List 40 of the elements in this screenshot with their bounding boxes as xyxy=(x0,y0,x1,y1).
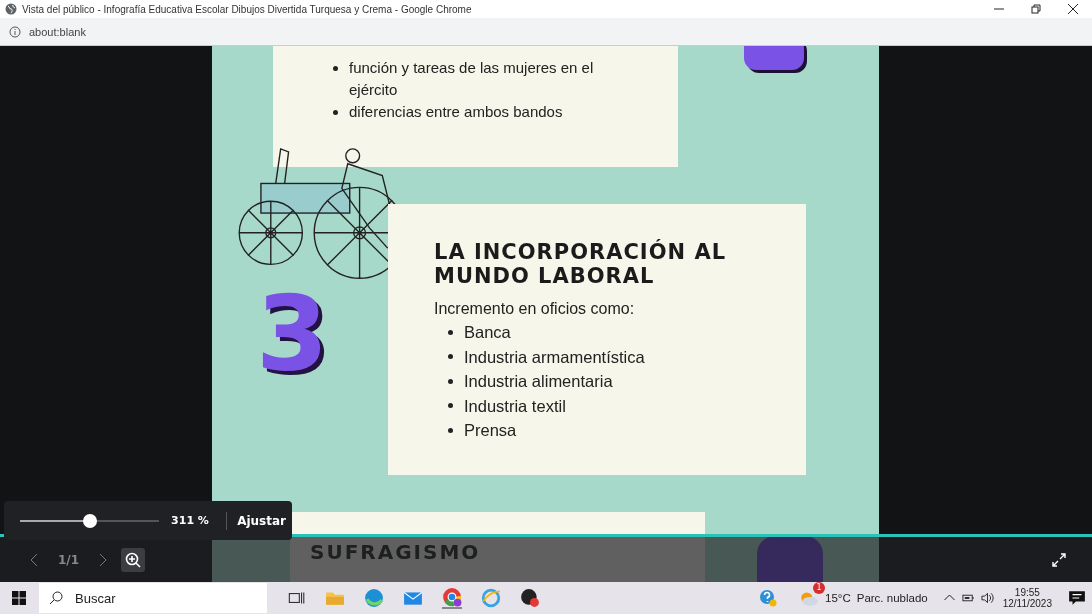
zoom-reading: 311 % xyxy=(171,514,210,527)
next-page-icon[interactable] xyxy=(99,552,108,567)
bullet-text: Industria alimentaria xyxy=(446,369,786,394)
restore-icon[interactable] xyxy=(1031,4,1041,14)
search-field[interactable]: Buscar xyxy=(39,583,267,613)
notifications-icon[interactable] xyxy=(1068,589,1086,607)
bullet-text: Industria armamentística xyxy=(446,344,786,369)
bullet-text: Industria textil xyxy=(446,393,786,418)
notification-badge: 1 xyxy=(813,582,825,594)
temperature-text: 15°C xyxy=(825,592,851,604)
previous-page-icon[interactable] xyxy=(30,552,38,567)
section-intro: Incremento en oficios como: xyxy=(434,300,636,318)
fullscreen-icon[interactable] xyxy=(1052,552,1066,567)
help-icon[interactable] xyxy=(759,589,777,607)
section-heading: SUFRAGISMO xyxy=(310,540,481,564)
bullet-text: Banca xyxy=(446,320,786,345)
speaker-icon[interactable] xyxy=(980,592,994,604)
battery-icon[interactable] xyxy=(961,592,975,604)
bullet-text: diferencias entre ambos bandos xyxy=(331,101,621,123)
zoom-button[interactable] xyxy=(121,547,146,572)
search-icon xyxy=(49,591,63,605)
app-icon[interactable] xyxy=(520,588,540,608)
close-icon[interactable] xyxy=(1068,4,1078,14)
bullet-text: Prensa xyxy=(446,418,786,443)
page-indicator: 1/1 xyxy=(58,552,80,567)
clock-date: 12/11/2023 xyxy=(1002,598,1052,609)
globe-icon xyxy=(5,3,17,15)
info-icon[interactable] xyxy=(9,25,21,38)
fit-button[interactable]: Ajustar xyxy=(231,513,292,528)
shape-decoration xyxy=(744,46,804,70)
section-heading: LA INCORPORACIÓN AL MUNDO LABORAL xyxy=(434,240,728,288)
section-number: 3 xyxy=(256,282,329,386)
window-title: Vista del público - Infografía Educativa Escolar Dibujos Divertida Turquesa y Crema - Google Chrome xyxy=(22,3,472,15)
slider-thumb[interactable] xyxy=(82,513,97,528)
chrome-icon[interactable] xyxy=(442,587,462,609)
weather-text: Parc. nublado xyxy=(856,592,928,604)
clock-time: 19:55 xyxy=(1014,587,1040,598)
browser-icon[interactable] xyxy=(364,588,384,608)
windows-start-icon[interactable] xyxy=(12,591,26,605)
address-text[interactable]: about:blank xyxy=(29,25,86,38)
